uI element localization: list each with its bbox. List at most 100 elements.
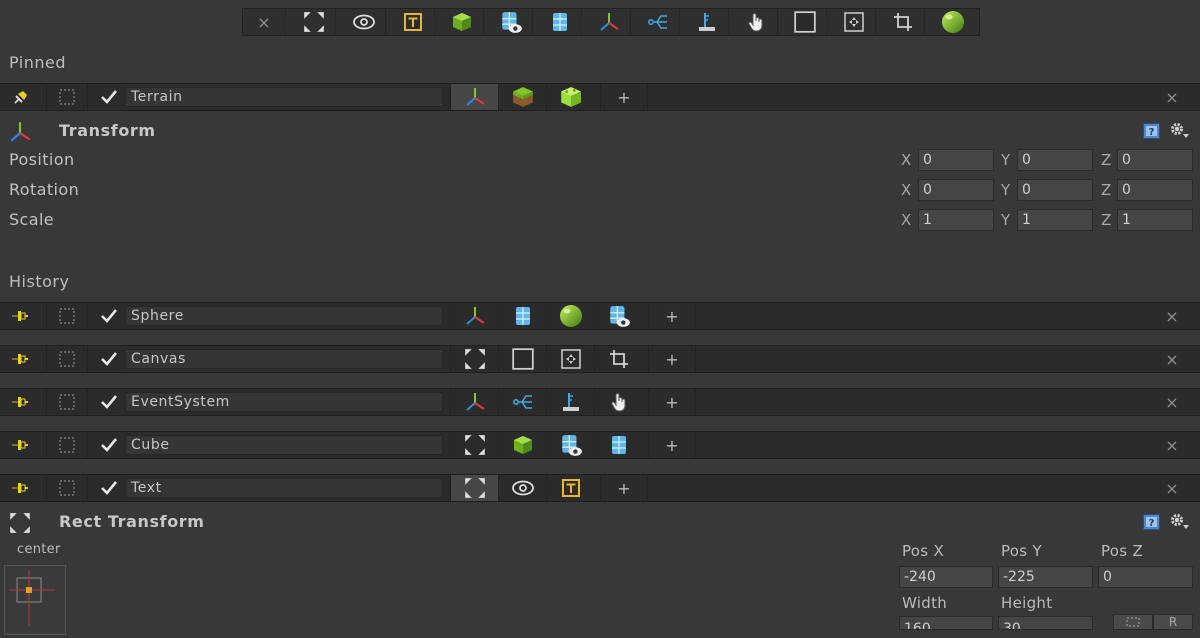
object-name-field[interactable]: Canvas [125,349,443,369]
object-name-field[interactable]: EventSystem [125,392,443,412]
remove-row-button[interactable]: × [1160,349,1184,369]
remove-row-button[interactable]: × [1160,435,1184,455]
gear-icon[interactable] [1168,512,1190,530]
checkmark-icon [100,89,118,105]
active-checkbox[interactable] [100,351,118,367]
toolbar-text-button[interactable] [392,9,435,35]
rotation-y-field[interactable]: 0 [1017,179,1093,201]
component-sphere-collider-button[interactable] [546,303,594,329]
toolbar-mesh-renderer-button[interactable] [490,9,533,35]
select-object-button[interactable] [46,475,88,501]
gear-icon[interactable] [1168,121,1190,139]
component-rect-transform-button[interactable] [450,475,498,501]
select-object-button[interactable] [46,303,88,329]
transform-header[interactable]: Transform [0,116,1200,144]
active-checkbox[interactable] [100,480,118,496]
toolbar-cube-button[interactable] [441,9,484,35]
scale-z-field[interactable]: 1 [1117,209,1193,231]
toolbar-raycaster-button[interactable] [735,9,778,35]
add-component-button[interactable]: + [648,303,696,329]
component-rect-transform-button[interactable] [450,346,498,372]
toolbar-crop-button[interactable] [882,9,925,35]
width-field[interactable]: 160 [899,616,993,630]
toolbar-input-module-button[interactable] [686,9,729,35]
raw-edit-button[interactable]: R [1153,614,1193,630]
object-name-field[interactable]: Sphere [125,306,443,326]
pos-x-field[interactable]: -240 [899,566,993,588]
remove-row-button[interactable]: × [1160,87,1184,107]
unpin-button[interactable] [8,88,32,106]
toolbar-selectable-button[interactable] [833,9,876,35]
pos-z-field[interactable]: 0 [1098,566,1193,588]
mesh-filter-icon [512,305,534,327]
add-component-button[interactable]: + [600,84,648,110]
component-graphic-raycaster-button[interactable] [594,346,642,372]
component-transform-button[interactable] [450,84,498,110]
component-canvas-renderer-button[interactable] [498,475,546,501]
height-field[interactable]: 30 [998,616,1093,630]
toolbar-event-system-button[interactable] [637,9,680,35]
component-mesh-filter-button[interactable] [498,303,546,329]
rotation-z-field[interactable]: 0 [1117,179,1193,201]
component-terrain-collider-button[interactable] [546,84,594,110]
component-text-button[interactable] [546,475,594,501]
object-name-field[interactable]: Text [125,478,443,498]
active-checkbox[interactable] [100,437,118,453]
pin-button[interactable] [8,350,32,368]
active-checkbox[interactable] [100,89,118,105]
remove-row-button[interactable]: × [1160,306,1184,326]
component-transform-button[interactable] [450,303,498,329]
component-cube-button[interactable] [498,432,546,458]
position-z-field[interactable]: 0 [1117,149,1193,171]
object-name-field[interactable]: Terrain [125,87,443,107]
checkmark-icon [100,351,118,367]
toolbar-rect-transform-button[interactable] [293,9,336,35]
rotation-x-field[interactable]: 0 [918,179,994,201]
component-terrain-button[interactable] [498,84,546,110]
toolbar-close-button[interactable]: × [243,9,286,35]
component-event-system-button[interactable] [498,389,546,415]
scale-y-field[interactable]: 1 [1017,209,1093,231]
select-object-button[interactable] [46,346,88,372]
component-canvas-button[interactable] [498,346,546,372]
toolbar-visibility-button[interactable] [343,9,386,35]
toolbar-box-collider-button[interactable] [539,9,582,35]
select-object-button[interactable] [46,84,88,110]
toolbar-image-button[interactable] [784,9,827,35]
toolbar-transform-button[interactable] [588,9,631,35]
component-transform-button[interactable] [450,389,498,415]
add-component-button[interactable]: + [600,475,648,501]
component-input-module-button[interactable] [546,389,594,415]
add-component-button[interactable]: + [648,346,696,372]
rect-transform-header[interactable]: Rect Transform [0,507,1200,535]
component-mesh-renderer-button[interactable] [546,432,594,458]
select-object-button[interactable] [46,432,88,458]
selectable-icon [843,11,865,33]
component-canvas-scaler-button[interactable] [546,346,594,372]
help-icon[interactable] [1143,123,1160,139]
position-x-field[interactable]: 0 [918,149,994,171]
add-component-button[interactable]: + [648,432,696,458]
pin-button[interactable] [8,436,32,454]
pin-button[interactable] [8,307,32,325]
component-rect-transform-button[interactable] [450,432,498,458]
toolbar-sphere-button[interactable] [931,9,974,35]
remove-row-button[interactable]: × [1160,478,1184,498]
component-mesh-renderer-button[interactable] [594,303,642,329]
help-icon[interactable] [1143,514,1160,530]
scale-x-field[interactable]: 1 [918,209,994,231]
select-object-button[interactable] [46,389,88,415]
component-touch-input-button[interactable] [594,389,642,415]
anchor-preset-button[interactable] [4,565,66,635]
position-y-field[interactable]: 0 [1017,149,1093,171]
object-name-field[interactable]: Cube [125,435,443,455]
blueprint-mode-button[interactable] [1113,614,1153,630]
pin-button[interactable] [8,393,32,411]
active-checkbox[interactable] [100,308,118,324]
pin-button[interactable] [8,479,32,497]
pos-y-field[interactable]: -225 [998,566,1093,588]
remove-row-button[interactable]: × [1160,392,1184,412]
component-mesh-filter-button[interactable] [594,432,642,458]
active-checkbox[interactable] [100,394,118,410]
add-component-button[interactable]: + [648,389,696,415]
